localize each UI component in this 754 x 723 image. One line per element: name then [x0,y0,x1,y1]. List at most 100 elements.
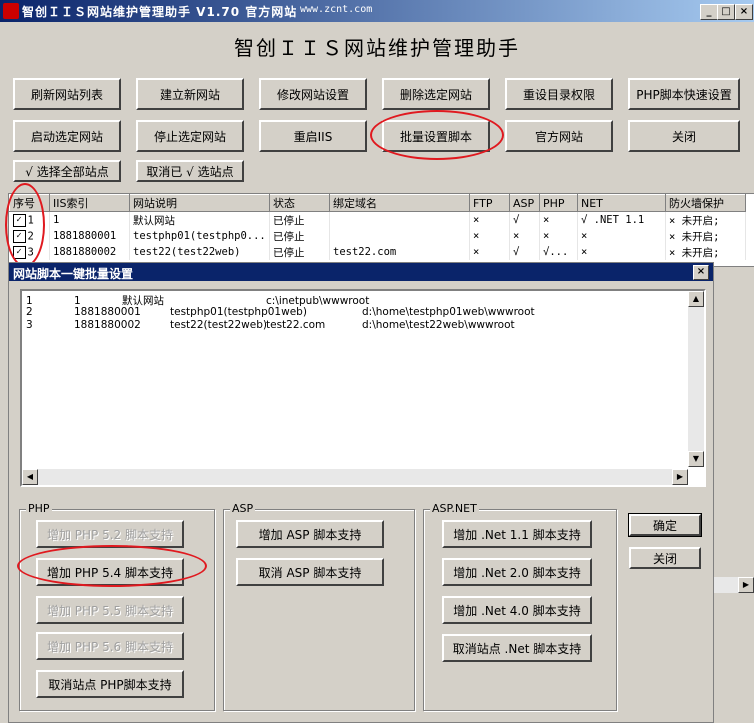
dialog-title-bar: 网站脚本一键批量设置 × [9,263,713,281]
row-firewall: × 未开启; [665,228,746,244]
row-no-cell[interactable]: ✓ 2 [9,228,50,244]
row-asp: × [509,228,540,244]
add-net20-button[interactable]: 增加 .Net 2.0 脚本支持 [442,558,592,586]
minimize-button[interactable]: _ [700,4,718,20]
list-item[interactable]: 3 1881880002 test22(test22web)test22.com d:… [26,319,515,331]
col-header-ftp[interactable]: FTP [469,194,510,212]
col-header-desc[interactable]: 网站说明 [129,194,270,212]
row-ftp: × [469,228,510,244]
close-window-button[interactable]: × [735,4,753,20]
col-header-asp[interactable]: ASP [509,194,540,212]
add-php52-button[interactable]: 增加 PHP 5.2 脚本支持 [36,520,184,548]
row-checkbox[interactable]: ✓ [12,229,26,243]
stop-site-button[interactable]: 停止选定网站 [136,120,244,152]
app-title: 智创ＩＩＳ网站维护管理助手 [234,36,520,60]
row-desc: test22(test22web) [129,244,270,260]
row-domain [329,211,470,228]
row-no-cell[interactable]: ✓ 1 [9,211,50,228]
batch-script-button[interactable]: 批量设置脚本 [382,120,490,152]
delete-site-button[interactable]: 删除选定网站 [382,78,490,110]
modify-site-button[interactable]: 修改网站设置 [259,78,367,110]
row-php: √... [539,244,578,260]
col-header-domain[interactable]: 绑定域名 [329,194,470,212]
window-title-bar: 智创ＩＩＳ网站维护管理助手 V1.70 官方网站 www.zcnt.com _ … [0,0,754,22]
row-no: 3 [27,246,34,258]
refresh-sites-button[interactable]: 刷新网站列表 [13,78,121,110]
row-domain: test22.com [329,244,470,260]
asp-group: ASP 增加 ASP 脚本支持 取消 ASP 脚本支持 [223,502,415,711]
grid-header-row: 序号 IIS索引 网站说明 状态 绑定域名 FTP ASP PHP NET 防火… [9,194,746,212]
row-state: 已停止 [269,228,330,244]
add-php54-button[interactable]: 增加 PHP 5.4 脚本支持 [36,558,184,586]
dialog-site-list[interactable]: 1 1 默认网站 c:\inetpub\wwwroot 2 1881880001 test… [20,289,706,487]
row-state: 已停止 [269,244,330,260]
main-hscroll[interactable]: ▶ [712,577,754,593]
scroll-up-arrow-icon[interactable]: ▲ [688,291,704,307]
row-checkbox[interactable]: ✓ [12,245,26,259]
select-all-button[interactable]: √ 选择全部站点 [13,160,121,182]
table-row[interactable]: ✓ 3 1881880002 test22(test22web) 已停止 test… [9,244,746,260]
row-index: 1881880002 [49,244,130,260]
aspnet-group: ASP.NET 增加 .Net 1.1 脚本支持 增加 .Net 2.0 脚本支… [423,502,617,711]
col-header-firewall[interactable]: 防火墙保护 [665,194,746,212]
add-php56-button[interactable]: 增加 PHP 5.6 脚本支持 [36,632,184,660]
official-site-button[interactable]: 官方网站 [505,120,613,152]
scroll-down-arrow-icon[interactable]: ▼ [688,451,704,467]
col-header-index[interactable]: IIS索引 [49,194,130,212]
row-desc: testphp01(testphp0... [129,228,270,244]
row-domain [329,228,470,244]
add-php55-button[interactable]: 增加 PHP 5.5 脚本支持 [36,596,184,624]
ok-button[interactable]: 确定 [628,513,702,537]
scroll-left-arrow-icon[interactable]: ◀ [22,469,38,485]
dialog-close-button[interactable]: 关闭 [629,547,701,569]
list-vscroll[interactable]: ▲ ▼ [688,291,704,467]
start-site-button[interactable]: 启动选定网站 [13,120,121,152]
col-header-state[interactable]: 状态 [269,194,330,212]
batch-script-dialog: 网站脚本一键批量设置 × 1 1 默认网站 c:\inetpub\wwwroot 21… [8,262,714,723]
list-item[interactable]: 2 1881880001 testphp01(testphp01web) d:\hom… [26,306,535,318]
row-no-cell[interactable]: ✓ 3 [9,244,50,260]
row-no: 1 [27,214,34,226]
row-net: √ .NET 1.1 [577,211,666,228]
aspnet-group-label: ASP.NET [430,502,479,515]
scroll-right-arrow-icon[interactable]: ▶ [672,469,688,485]
deselect-button[interactable]: 取消已 √ 选站点 [136,160,244,182]
row-asp: √ [509,244,540,260]
row-php: × [539,211,578,228]
table-row[interactable]: ✓ 1 1 默认网站 已停止 × √ × √ .NET 1.1 × 未开启; [9,211,746,228]
scroll-right-arrow-icon[interactable]: ▶ [738,577,754,593]
col-header-php[interactable]: PHP [539,194,578,212]
add-net11-button[interactable]: 增加 .Net 1.1 脚本支持 [442,520,592,548]
row-php: × [539,228,578,244]
app-icon [3,3,19,19]
row-index: 1 [49,211,130,228]
create-site-button[interactable]: 建立新网站 [136,78,244,110]
row-no: 2 [27,230,34,242]
close-app-button[interactable]: 关闭 [628,120,740,152]
sites-grid[interactable]: 序号 IIS索引 网站说明 状态 绑定域名 FTP ASP PHP NET 防火… [8,193,754,267]
reset-permissions-button[interactable]: 重设目录权限 [505,78,613,110]
col-header-net[interactable]: NET [577,194,666,212]
window-url: www.zcnt.com [300,4,373,15]
row-ftp: × [469,244,510,260]
add-net40-button[interactable]: 增加 .Net 4.0 脚本支持 [442,596,592,624]
list-hscroll[interactable]: ◀ ▶ [22,469,688,485]
row-net: × [577,244,666,260]
row-checkbox[interactable]: ✓ [12,213,26,227]
dialog-close-icon[interactable]: × [693,265,709,280]
col-header-no[interactable]: 序号 [9,194,50,212]
remove-asp-button[interactable]: 取消 ASP 脚本支持 [236,558,384,586]
add-asp-button[interactable]: 增加 ASP 脚本支持 [236,520,384,548]
remove-net-button[interactable]: 取消站点 .Net 脚本支持 [442,634,592,662]
window-title: 智创ＩＩＳ网站维护管理助手 V1.70 官方网站 [22,5,298,19]
restart-iis-button[interactable]: 重启IIS [259,120,367,152]
maximize-button[interactable]: □ [717,4,735,20]
table-row[interactable]: ✓ 2 1881880001 testphp01(testphp0... 已停止 … [9,228,746,244]
row-firewall: × 未开启; [665,244,746,260]
row-index: 1881880001 [49,228,130,244]
row-desc: 默认网站 [129,211,270,228]
row-firewall: × 未开启; [665,211,746,228]
php-group: PHP 增加 PHP 5.2 脚本支持 增加 PHP 5.4 脚本支持 增加 P… [19,502,215,711]
php-quick-setup-button[interactable]: PHP脚本快速设置 [628,78,740,110]
remove-php-button[interactable]: 取消站点 PHP脚本支持 [36,670,184,698]
